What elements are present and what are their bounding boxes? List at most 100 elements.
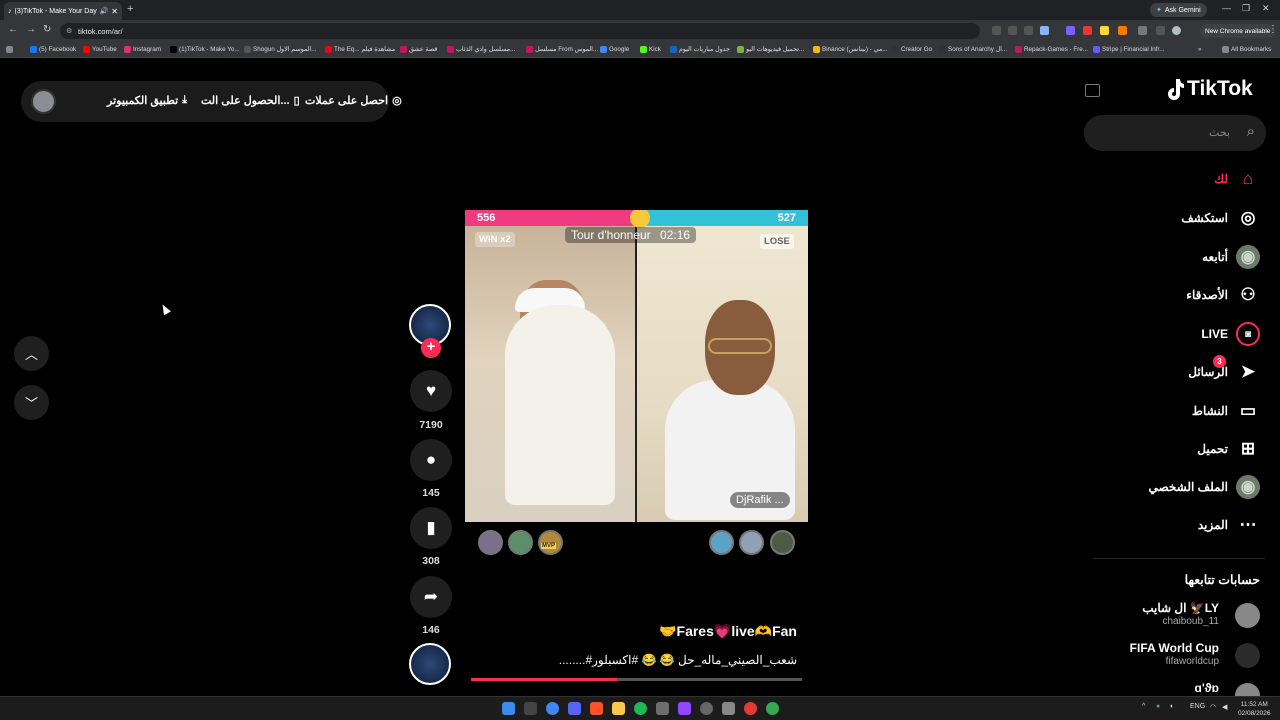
- bookmark-item[interactable]: Shogun الموسم الاول...: [244, 46, 316, 53]
- new-tab-button[interactable]: +: [127, 3, 133, 15]
- volume-icon[interactable]: ◀: [1222, 703, 1227, 711]
- maximize-icon[interactable]: ❐: [1242, 3, 1250, 14]
- desktop-app-button[interactable]: تطبيق الكمبيوتر ⤓: [107, 94, 187, 107]
- language-indicator[interactable]: ENG: [1190, 703, 1205, 710]
- app-icon[interactable]: [722, 702, 735, 715]
- video-title[interactable]: 🤝Fares💗live🫶Fan: [470, 623, 797, 640]
- user-avatar[interactable]: [31, 89, 56, 114]
- chrome-icon[interactable]: [546, 702, 559, 715]
- following-account[interactable]: ال شايب 🦅LY chaiboub_11: [1100, 600, 1260, 630]
- gifter-avatar-mvp[interactable]: MVP: [538, 530, 563, 555]
- search-icon[interactable]: [524, 702, 537, 715]
- sidebar-item-live[interactable]: LIVE ◙: [1100, 319, 1260, 349]
- reload-icon[interactable]: ↻: [43, 24, 51, 35]
- extensions-puzzle-icon[interactable]: [1138, 26, 1147, 35]
- translate-icon[interactable]: [992, 26, 1001, 35]
- chrome-profile-icon[interactable]: [766, 702, 779, 715]
- sidebar-item-upload[interactable]: تحميل ⊞: [1100, 434, 1260, 464]
- bookmark-item[interactable]: YouTube: [83, 46, 117, 53]
- bookmark-item[interactable]: (5) Facebook: [30, 46, 76, 53]
- collapse-sidebar-icon[interactable]: [1085, 84, 1100, 97]
- twitch-icon[interactable]: [678, 702, 691, 715]
- apps-grid-icon[interactable]: [6, 46, 13, 53]
- speaker-icon[interactable]: 🔊: [100, 7, 109, 15]
- share-button[interactable]: ➦: [410, 576, 452, 618]
- tab-close-icon[interactable]: ✕: [111, 7, 118, 16]
- bookmark-item[interactable]: (1)TikTok - Make Yo...: [170, 46, 240, 53]
- following-account[interactable]: FIFA World Cup fifaworldcup: [1100, 640, 1260, 670]
- bookmarks-overflow-icon[interactable]: »: [1198, 46, 1202, 53]
- all-bookmarks-button[interactable]: All Bookmarks: [1222, 46, 1271, 53]
- extension-icon[interactable]: [1066, 26, 1075, 35]
- wifi-icon[interactable]: ◠: [1210, 703, 1216, 711]
- bookmark-item[interactable]: Sons of Anarchy ال...: [939, 46, 1007, 53]
- extension-icon[interactable]: [1083, 26, 1092, 35]
- bookmark-item[interactable]: قصة عشق: [400, 46, 437, 53]
- live-video-player[interactable]: 556 527 WIN x2 LOSE Tour d'honneur 02:16…: [465, 210, 808, 522]
- chrome-menu-icon[interactable]: ⋮: [1268, 24, 1278, 35]
- bookmark-item[interactable]: Kick: [640, 46, 661, 53]
- sidebar-item-compass[interactable]: استكشف ◎: [1100, 203, 1260, 233]
- gifter-avatar[interactable]: [508, 530, 533, 555]
- app-icon[interactable]: [700, 702, 713, 715]
- profile-avatar[interactable]: [1172, 26, 1181, 35]
- bookmark-item[interactable]: تحميل فيديوهات اليو...: [737, 46, 804, 53]
- app-icon[interactable]: [656, 702, 669, 715]
- side-panel-icon[interactable]: [1156, 26, 1165, 35]
- save-button[interactable]: ▮: [410, 507, 452, 549]
- bookmark-item[interactable]: The Eq... مشاهدة فيلم: [325, 46, 395, 53]
- bookmark-item[interactable]: Creator Go: [892, 46, 932, 53]
- search-icon[interactable]: ⌕: [1247, 123, 1255, 140]
- bookmark-item[interactable]: مسلسل وادي الذئاب...: [447, 46, 515, 53]
- video-progress-bar[interactable]: [471, 678, 802, 681]
- update-chrome-button[interactable]: New Chrome available: [1200, 24, 1276, 38]
- tray-app-icon[interactable]: ◐: [1170, 703, 1174, 710]
- bookmark-item[interactable]: Binance (بينانس) - مي...: [813, 46, 887, 53]
- comment-button[interactable]: ●: [410, 439, 452, 481]
- gifter-avatar[interactable]: [739, 530, 764, 555]
- sound-disc-avatar[interactable]: [409, 643, 451, 685]
- bookmark-item[interactable]: Repack-Games - Fre...: [1015, 46, 1088, 53]
- video-hashtags[interactable]: ........#شعب_الصيني_ماله_حل 😂 😂 #اكسبلور: [470, 653, 797, 667]
- bookmark-item[interactable]: Instagram: [124, 46, 161, 53]
- tray-chevron-icon[interactable]: ^: [1142, 703, 1145, 710]
- back-icon[interactable]: ←: [8, 24, 18, 35]
- site-info-icon[interactable]: ⚙: [66, 27, 72, 35]
- system-clock[interactable]: 11:52 AM 02/08/2026: [1238, 700, 1271, 718]
- bookmark-item[interactable]: جدول مباريات اليوم: [670, 46, 730, 53]
- follow-plus-button[interactable]: +: [421, 338, 441, 358]
- spotify-icon[interactable]: [634, 702, 647, 715]
- sidebar-item-friends[interactable]: الأصدقاء ⚇: [1100, 280, 1260, 310]
- next-video-button[interactable]: ﹀: [14, 385, 49, 420]
- gifter-avatar[interactable]: [709, 530, 734, 555]
- cast-icon[interactable]: [1008, 26, 1017, 35]
- minimize-icon[interactable]: —: [1222, 3, 1231, 13]
- extension-icon[interactable]: [1118, 26, 1127, 35]
- bookmark-star-icon[interactable]: [1040, 26, 1049, 35]
- gifter-avatar[interactable]: [478, 530, 503, 555]
- sidebar-item-more[interactable]: المزيد ⋯: [1100, 510, 1260, 540]
- sidebar-item-home[interactable]: لك ⌂: [1100, 164, 1260, 194]
- window-close-icon[interactable]: ✕: [1262, 3, 1270, 14]
- brave-icon[interactable]: [590, 702, 603, 715]
- bookmark-item[interactable]: Stripe | Financial Infr...: [1093, 46, 1165, 53]
- browser-tab[interactable]: ♪ (3)TikTok - Make Your Day 🔊 ✕: [4, 2, 122, 20]
- get-app-button[interactable]: الحصول على الت... ▯: [201, 94, 300, 107]
- extension-icon[interactable]: [1100, 26, 1109, 35]
- bookmark-item[interactable]: مسلسل From الموس...: [526, 46, 598, 53]
- sidebar-item-profile[interactable]: الملف الشخصي ◉: [1100, 472, 1260, 502]
- sidebar-item-following-avatar[interactable]: أتابعه ◉: [1100, 242, 1260, 272]
- file-explorer-icon[interactable]: [612, 702, 625, 715]
- forward-icon[interactable]: →: [26, 24, 36, 35]
- search-input[interactable]: بحث ⌕: [1084, 115, 1266, 151]
- sidebar-item-messages[interactable]: الرسائل ➤ 3: [1100, 355, 1260, 387]
- sidebar-item-activity[interactable]: النشاط ▭: [1100, 396, 1260, 426]
- ask-gemini-button[interactable]: ✦ Ask Gemini: [1150, 3, 1207, 17]
- gifter-avatar[interactable]: [770, 530, 795, 555]
- bookmark-item[interactable]: Google: [600, 46, 629, 53]
- like-button[interactable]: ♥: [410, 370, 452, 412]
- tiktok-logo[interactable]: TikTok: [1165, 77, 1253, 101]
- app-icon[interactable]: [744, 702, 757, 715]
- url-bar[interactable]: tiktok.com/ar/: [60, 23, 980, 39]
- get-coins-button[interactable]: احصل على عملات ◎: [305, 94, 402, 107]
